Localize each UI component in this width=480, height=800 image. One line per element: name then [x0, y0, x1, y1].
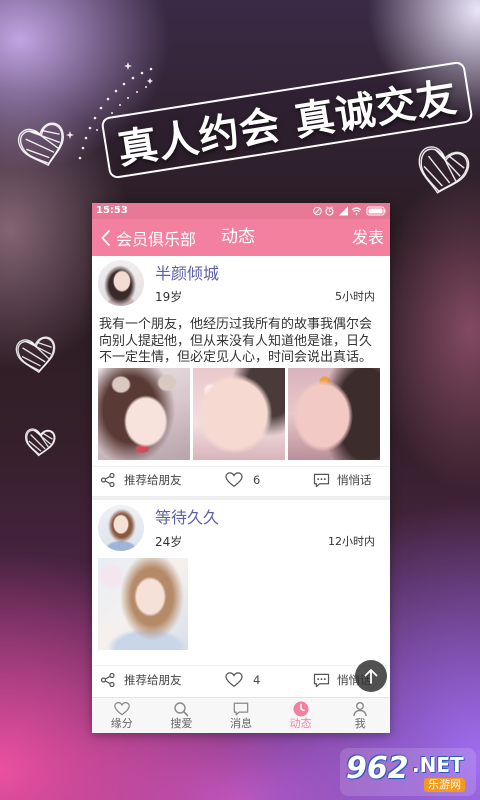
post-time: 12小时内: [328, 535, 375, 548]
post-photo[interactable]: [98, 558, 188, 650]
avatar[interactable]: [98, 260, 144, 306]
arrow-up-icon: [364, 669, 378, 684]
heart-outline-icon: [225, 472, 243, 487]
app-header: 会员俱乐部 动态 发表: [92, 219, 390, 256]
tab-moments[interactable]: 动态: [271, 698, 331, 733]
like-count: 4: [253, 673, 261, 687]
chat-bubble-icon: [313, 473, 330, 487]
tab-profile[interactable]: 我: [330, 698, 390, 733]
tab-label: 搜爱: [170, 717, 193, 730]
avatar[interactable]: [98, 505, 144, 551]
tab-messages[interactable]: 消息: [211, 698, 271, 733]
recommend-button[interactable]: 推荐给朋友: [100, 670, 182, 690]
watermark-number: 962: [346, 751, 409, 786]
post-author-age: 24岁: [155, 535, 183, 549]
tab-search[interactable]: 搜爱: [152, 698, 212, 733]
heart-outline-icon: [225, 672, 243, 687]
tab-label: 消息: [229, 717, 252, 730]
message-icon: [233, 702, 249, 716]
post-actions: 推荐给朋友 6 悄悄话: [92, 470, 390, 490]
status-bar: 15:53: [92, 203, 390, 219]
profile-icon: [353, 702, 368, 717]
publish-button[interactable]: 发表: [352, 219, 384, 256]
signal-icon: [339, 206, 348, 216]
battery-icon: [366, 206, 386, 216]
post-divider: [92, 496, 390, 500]
status-time: 15:53: [96, 205, 128, 216]
heart-doodle-icon: [24, 428, 55, 456]
separator: [92, 466, 390, 467]
app-screenshot: 15:53 会员俱乐部 动态 发表 半颜倾城 19岁 5小时内 我有一个朋友，他…: [92, 203, 390, 733]
recommend-button[interactable]: 推荐给朋友: [100, 470, 182, 490]
search-icon: [174, 702, 189, 717]
tab-label: 动态: [289, 717, 312, 730]
page-title: 动态: [221, 227, 255, 247]
no-sim-icon: [313, 206, 322, 216]
post-photo[interactable]: [98, 368, 190, 460]
bottom-tab-bar: 缘分 搜爱 消息 动态 我: [92, 697, 390, 733]
post-author-age: 19岁: [155, 290, 183, 304]
heart-icon: [113, 701, 130, 716]
promo-banner: 真人约会 真诚交友: [100, 60, 474, 180]
post-actions: 推荐给朋友 4 悄悄话: [92, 670, 390, 690]
share-icon: [100, 672, 115, 688]
heart-doodle-icon: [413, 145, 471, 198]
scroll-to-top-button[interactable]: [355, 660, 387, 692]
like-button[interactable]: 6: [225, 470, 260, 490]
share-icon: [100, 472, 115, 488]
post-author-name[interactable]: 等待久久: [155, 508, 219, 528]
post-author-name[interactable]: 半颜倾城: [155, 264, 219, 284]
site-watermark-logo: 962 .NET 乐游网: [340, 748, 476, 796]
like-button[interactable]: 4: [225, 670, 260, 690]
wifi-icon: [351, 207, 362, 215]
like-count: 6: [253, 473, 261, 487]
recommend-label: 推荐给朋友: [124, 473, 182, 487]
tab-match[interactable]: 缘分: [92, 698, 152, 733]
tab-label: 我: [354, 717, 366, 730]
whisper-label: 悄悄话: [337, 473, 372, 487]
separator: [92, 665, 390, 666]
moments-clock-icon: [293, 701, 309, 717]
post-text: 我有一个朋友，他经历过我所有的故事我偶尔会向别人提起他，但从来没有人知道他是谁，…: [99, 317, 373, 365]
alarm-icon: [325, 206, 334, 216]
post-photo[interactable]: [288, 368, 380, 460]
post-time: 5小时内: [335, 290, 375, 303]
chat-bubble-icon: [313, 673, 330, 687]
post-photo[interactable]: [193, 368, 285, 460]
whisper-button[interactable]: 悄悄话: [313, 470, 372, 490]
back-label: 会员俱乐部: [116, 229, 197, 249]
watermark-sub: 乐游网: [424, 778, 465, 792]
status-icons: [313, 206, 386, 216]
tab-label: 缘分: [110, 717, 133, 730]
recommend-label: 推荐给朋友: [124, 673, 182, 687]
back-button[interactable]: 会员俱乐部: [101, 219, 196, 256]
back-chevron-icon: [101, 229, 110, 246]
promo-banner-text: 真人约会 真诚交友: [114, 74, 461, 174]
heart-doodle-icon: [16, 121, 70, 171]
watermark-suffix: .NET: [412, 753, 464, 777]
heart-doodle-icon: [15, 336, 58, 375]
